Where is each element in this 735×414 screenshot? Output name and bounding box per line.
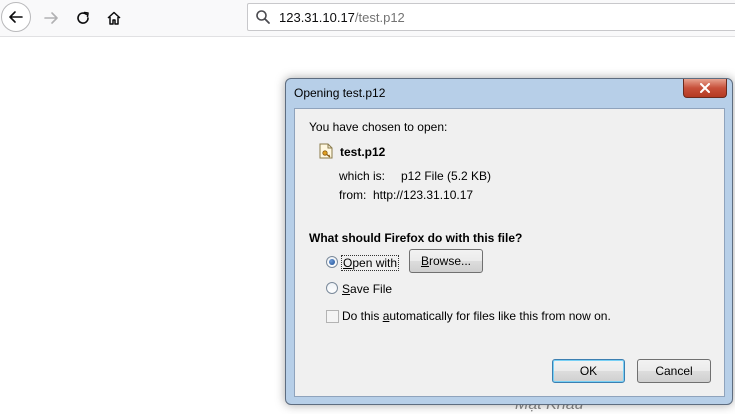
auto-action-checkbox[interactable] <box>326 310 339 323</box>
close-button[interactable] <box>683 79 727 98</box>
browser-toolbar: 123.31.10.17/test.p12 <box>0 0 735 37</box>
reload-icon <box>77 11 89 24</box>
dialog-body: You have chosen to open: test.p12 which … <box>294 108 725 397</box>
source-url-value: http://123.31.10.17 <box>373 188 474 202</box>
open-with-accel: O <box>343 256 353 270</box>
intro-text: You have chosen to open: <box>309 120 448 134</box>
open-with-label[interactable]: Open with <box>341 255 400 271</box>
auto-pre: Do this <box>342 309 383 323</box>
home-icon <box>107 11 121 25</box>
url-path: /test.p12 <box>354 10 405 25</box>
browse-button[interactable]: Browse... <box>409 249 483 273</box>
file-name: test.p12 <box>340 145 386 159</box>
file-icon <box>319 143 333 159</box>
open-with-radio[interactable] <box>326 256 338 268</box>
search-icon <box>256 10 270 24</box>
forward-icon <box>44 12 58 24</box>
browse-rest: rowse... <box>429 254 472 268</box>
url-host: 123.31.10.17 <box>279 10 355 25</box>
back-icon <box>9 11 23 23</box>
ok-button[interactable]: OK <box>552 359 625 383</box>
dialog-title: Opening test.p12 <box>294 86 386 100</box>
auto-action-label[interactable]: Do this automatically for files like thi… <box>342 309 611 323</box>
file-type-value: p12 File (5.2 KB) <box>401 169 492 183</box>
from-label: from: <box>339 188 367 202</box>
which-is-label: which is: <box>339 169 386 183</box>
browse-accel: B <box>420 254 429 268</box>
close-icon <box>700 83 710 93</box>
save-file-label[interactable]: Save File <box>342 282 392 296</box>
save-file-radio[interactable] <box>326 282 338 294</box>
cancel-button[interactable]: Cancel <box>637 359 711 383</box>
home-button[interactable] <box>99 3 129 33</box>
back-button[interactable] <box>1 2 31 32</box>
open-file-dialog: Opening test.p12 You have chosen to open… <box>285 78 733 405</box>
save-file-accel: S <box>342 282 351 296</box>
action-question: What should Firefox do with this file? <box>309 231 523 245</box>
url-text: 123.31.10.17/test.p12 <box>279 10 405 25</box>
save-file-rest: ave File <box>350 282 393 296</box>
forward-button[interactable] <box>36 3 66 33</box>
url-bar[interactable]: 123.31.10.17/test.p12 <box>247 3 735 31</box>
auto-rest: utomatically for files like this from no… <box>389 309 611 323</box>
open-with-rest: pen with <box>352 256 398 270</box>
reload-button[interactable] <box>68 3 98 33</box>
